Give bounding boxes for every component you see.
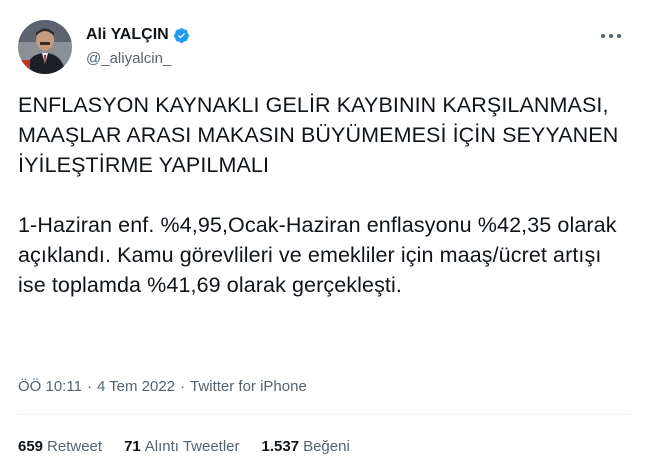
meta-separator: · (86, 378, 92, 395)
retweets-label: Retweet (47, 438, 103, 455)
tweet-date[interactable]: 4 Tem 2022 (97, 378, 175, 395)
retweets-count: 659 (18, 438, 44, 455)
more-options-icon[interactable] (598, 26, 624, 46)
quotes-label: Alıntı Tweetler (144, 438, 240, 455)
handle[interactable]: @_aliyalcin_ (86, 50, 171, 67)
tweet-stats: 659 Retweet 71 Alıntı Tweetler 1.537 Beğ… (18, 438, 350, 455)
likes-count: 1.537 (261, 438, 300, 455)
avatar[interactable] (18, 20, 72, 74)
meta-separator: · (180, 378, 186, 395)
tweet-text: ENFLASYON KAYNAKLI GELİR KAYBININ KARŞIL… (18, 90, 628, 300)
tweet-source[interactable]: Twitter for iPhone (190, 378, 307, 395)
verified-badge-icon (173, 27, 190, 44)
tweet-body: 1-Haziran enf. %4,95,Ocak-Haziran enflas… (18, 213, 617, 297)
tweet-time[interactable]: ÖÖ 10:11 (18, 378, 82, 395)
profile-photo (18, 20, 72, 74)
likes-stat[interactable]: 1.537 Beğeni (262, 438, 350, 455)
tweet-meta: ÖÖ 10:11 · 4 Tem 2022 · Twitter for iPho… (18, 378, 307, 395)
quotes-stat[interactable]: 71 Alıntı Tweetler (124, 438, 239, 455)
tweet-headline: ENFLASYON KAYNAKLI GELİR KAYBININ KARŞIL… (18, 93, 619, 177)
divider (18, 414, 630, 415)
display-name[interactable]: Ali YALÇIN (86, 26, 169, 44)
likes-label: Beğeni (303, 438, 350, 455)
retweets-stat[interactable]: 659 Retweet (18, 438, 102, 455)
quotes-count: 71 (124, 438, 141, 455)
